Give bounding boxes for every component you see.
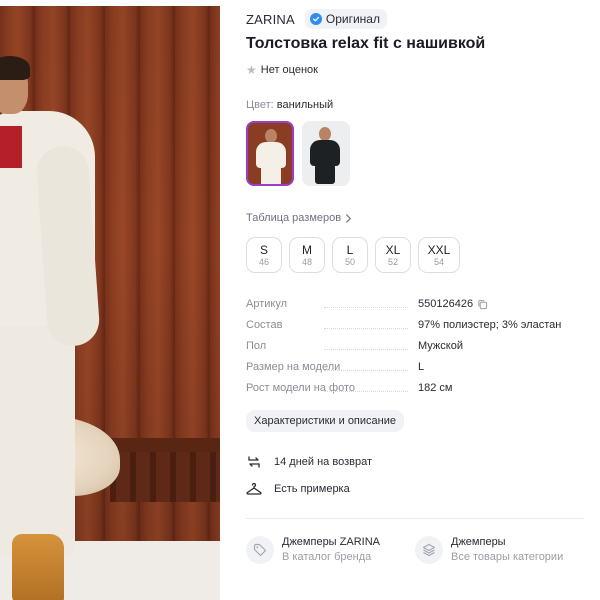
brand-name[interactable]: ZARINA [246,12,295,27]
specs-table: Артикул 550126426 Состав 97% полиэстер; … [246,298,586,403]
category-subtitle: Все товары категории [451,551,564,563]
size-table-link[interactable]: Таблица размеров [246,212,352,224]
product-title: Толстовка relax fit с нашивкой [246,35,486,52]
size-number: 54 [433,256,444,267]
spec-leader [324,391,408,392]
divider [246,518,584,519]
color-swatches [246,121,350,186]
size-number: 48 [301,256,312,267]
product-info: ZARINA Оригинал Толстовка relax fit с на… [246,0,586,600]
size-name: M [302,242,312,257]
article-number: 550126426 [418,298,474,310]
return-info[interactable]: 14 дней на возврат [246,454,372,470]
fitting-info[interactable]: Есть примерка [246,481,350,497]
brand-catalog-title: Джемперы ZARINA [282,536,380,548]
spec-leader [324,370,408,371]
chevron-right-icon [346,213,352,223]
copy-icon[interactable] [477,299,488,310]
spec-key: Пол [246,340,267,352]
size-number: 50 [344,256,355,267]
brand-catalog-link[interactable]: Джемперы ZARINA В каталог бренда [246,536,415,564]
swatch-figure-head [319,127,331,141]
spec-row-model-size: Размер на модели L [246,361,586,382]
size-button-xl[interactable]: XL 52 [375,237,411,273]
model-boot [12,534,64,600]
rating-text: Нет оценок [260,64,318,76]
swatch-figure-pants [261,166,281,184]
spec-row-article: Артикул 550126426 [246,298,586,319]
spec-leader [324,349,408,350]
swatch-figure-top [310,140,340,166]
star-icon: ★ [246,63,257,77]
spec-leader [324,328,408,329]
spec-row-composition: Состав 97% полиэстер; 3% эластан [246,319,586,340]
size-name: L [346,242,354,257]
size-number: 46 [258,256,269,267]
tag-icon [246,536,274,564]
size-table-label: Таблица размеров [246,212,342,224]
spec-value: 550126426 [418,298,488,310]
spec-value: 182 см [418,382,453,394]
swatch-figure-top [256,142,286,168]
spec-key: Размер на модели [246,361,341,373]
size-button-m[interactable]: M 48 [289,237,325,273]
swatch-figure-head [265,129,277,143]
size-name: XL [385,242,401,257]
spec-leader [324,307,408,308]
model-collar [0,126,22,168]
model-hair [0,56,30,80]
size-name: XXL [427,242,451,257]
characteristics-button[interactable]: Характеристики и описание [246,410,404,432]
bottom-links: Джемперы ZARINA В каталог бренда Джемпер… [246,536,586,564]
fitting-text: Есть примерка [274,483,350,495]
brand-catalog-subtitle: В каталог бренда [282,551,372,563]
category-link[interactable]: Джемперы Все товары категории [415,536,584,564]
spec-key: Состав [246,319,283,331]
spec-value: Мужской [418,340,463,352]
return-arrows-icon [248,456,260,468]
brand-row: ZARINA Оригинал [246,9,387,29]
size-number: 52 [387,256,398,267]
brand-catalog-text: Джемперы ZARINA В каталог бренда [282,536,380,563]
product-photo[interactable] [0,6,220,600]
swatch-black[interactable] [302,121,350,186]
spec-value: L [418,361,425,373]
spec-row-gender: Пол Мужской [246,340,586,361]
color-row: Цвет: ванильный [246,99,333,111]
stack-icon [415,536,443,564]
spec-value: 97% полиэстер; 3% эластан [418,319,562,331]
original-badge-label: Оригинал [325,12,380,26]
size-button-l[interactable]: L 50 [332,237,368,273]
color-value: ванильный [276,99,334,111]
hanger-icon [246,482,262,495]
rating[interactable]: ★ Нет оценок [246,64,318,76]
spec-key: Артикул [246,298,288,310]
return-text: 14 дней на возврат [274,456,372,468]
size-button-xxl[interactable]: XXL 54 [418,237,460,273]
color-label: Цвет: [246,99,274,111]
spec-key: Рост модели на фото [246,382,356,394]
size-name: S [259,242,268,257]
category-title: Джемперы [451,536,506,548]
size-button-s[interactable]: S 46 [246,237,282,273]
spec-row-model-height: Рост модели на фото 182 см [246,382,586,403]
verified-check-icon [309,13,322,25]
swatch-vanilla[interactable] [246,121,294,186]
category-text: Джемперы Все товары категории [451,536,563,563]
swatch-figure-pants [315,164,335,184]
original-badge: Оригинал [304,9,387,29]
bench-base [110,452,220,502]
size-selector: S 46 M 48 L 50 XL 52 XXL 54 [246,237,460,273]
